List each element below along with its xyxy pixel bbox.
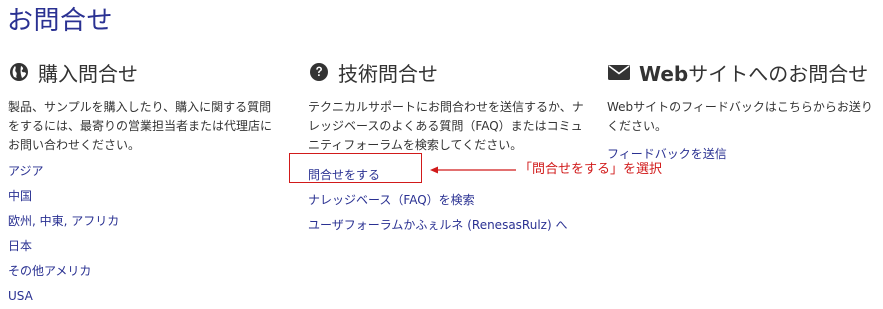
question-circle-icon bbox=[308, 61, 330, 83]
purchase-description: 製品、サンプルを購入したり、購入に関する質問をするには、最寄りの営業担当者または… bbox=[8, 100, 273, 152]
envelope-icon bbox=[607, 61, 631, 83]
region-link-usa[interactable]: USA bbox=[8, 284, 283, 309]
website-heading-label: Webサイトへのお問合せ bbox=[639, 61, 869, 86]
purchase-inquiry-section: 購入問合せ 製品、サンプルを購入したり、購入に関する質問をするには、最寄りの営業… bbox=[8, 58, 283, 309]
region-link-other-americas[interactable]: その他アメリカ bbox=[8, 259, 283, 284]
knowledge-base-faq-link[interactable]: ナレッジベース（FAQ）を検索 bbox=[308, 188, 588, 213]
page-title: お問合せ bbox=[7, 6, 114, 36]
region-link-emea[interactable]: 欧州, 中東, アフリカ bbox=[8, 209, 283, 234]
highlight-box bbox=[289, 153, 422, 183]
annotation-arrow-icon bbox=[430, 166, 516, 174]
website-heading: Webサイトへのお問合せ bbox=[607, 58, 877, 86]
region-link-asia[interactable]: アジア bbox=[8, 159, 283, 184]
website-description: Webサイトのフィードバックはこちらからお送りください。 bbox=[607, 100, 873, 133]
technical-description: テクニカルサポートにお問合わせを送信するか、ナレッジベースのよくある質問（FAQ… bbox=[308, 100, 584, 152]
technical-heading-label: 技術問合せ bbox=[338, 61, 438, 86]
purchase-heading-label: 購入問合せ bbox=[38, 61, 138, 86]
purchase-heading: 購入問合せ bbox=[8, 58, 283, 86]
technical-heading: 技術問合せ bbox=[308, 58, 588, 86]
purchase-region-links: アジア 中国 欧州, 中東, アフリカ 日本 その他アメリカ USA bbox=[8, 159, 283, 309]
website-inquiry-section: Webサイトへのお問合せ Webサイトのフィードバックはこちらからお送りください… bbox=[607, 58, 877, 167]
region-link-china[interactable]: 中国 bbox=[8, 184, 283, 209]
globe-icon bbox=[8, 61, 30, 83]
annotation-text: 「問合せをする」を選択 bbox=[519, 162, 663, 177]
user-forum-link[interactable]: ユーザフォーラムかふぇルネ (RenesasRulz) へ bbox=[308, 213, 588, 238]
region-link-japan[interactable]: 日本 bbox=[8, 234, 283, 259]
technical-inquiry-section: 技術問合せ テクニカルサポートにお問合わせを送信するか、ナレッジベースのよくある… bbox=[308, 58, 588, 238]
